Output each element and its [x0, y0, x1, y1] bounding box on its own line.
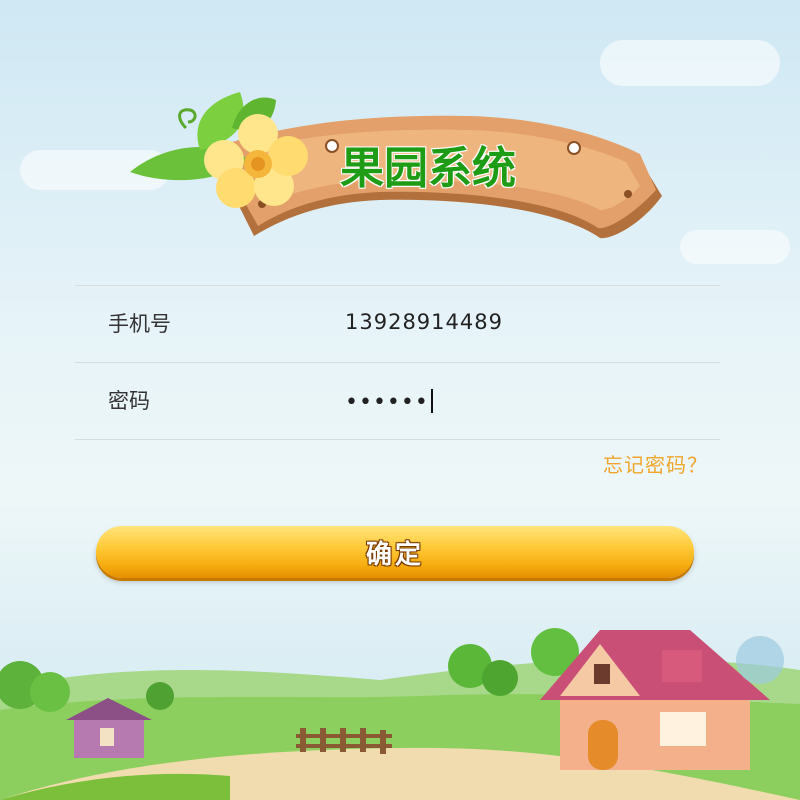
text-caret [430, 389, 433, 413]
farm-scene [0, 628, 800, 800]
forgot-password-link[interactable]: 忘记密码？ [603, 449, 708, 478]
phone-input[interactable]: 13928914489 [345, 310, 503, 334]
divider [75, 439, 720, 440]
password-input[interactable]: •••••• [345, 389, 433, 415]
confirm-button-label: 确定 [365, 539, 424, 570]
confirm-button[interactable]: 确定 [96, 526, 694, 578]
password-mask: •••••• [345, 390, 429, 415]
phone-label: 手机号 [108, 312, 171, 336]
login-form: 手机号 13928914489 密码 •••••• [75, 285, 720, 440]
phone-row[interactable]: 手机号 13928914489 [75, 286, 720, 362]
app-title: 果园系统 [340, 143, 516, 194]
wood-sign-banner [130, 92, 662, 239]
password-label: 密码 [108, 389, 150, 413]
password-row[interactable]: 密码 •••••• [75, 363, 720, 439]
